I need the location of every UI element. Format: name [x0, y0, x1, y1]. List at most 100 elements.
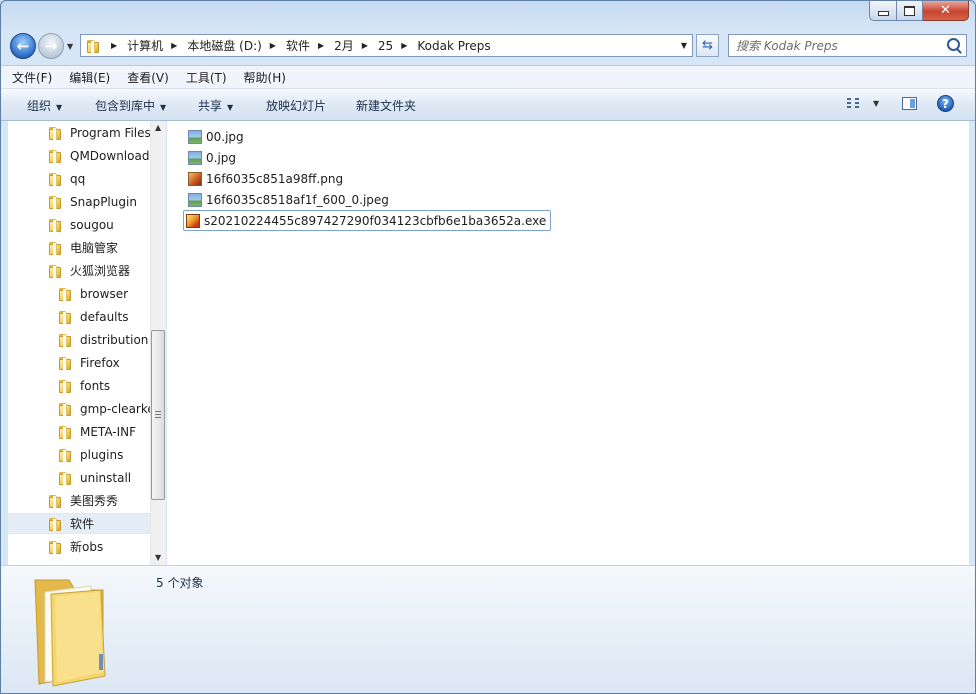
refresh-button[interactable]: ⇆: [696, 34, 719, 57]
exe-app-icon: [186, 213, 200, 228]
help-icon[interactable]: ?: [937, 95, 954, 112]
nav-tree-label: SnapPlugin: [70, 194, 137, 209]
new-folder-button[interactable]: 新建文件夹: [356, 97, 416, 114]
nav-tree-item[interactable]: qq: [8, 168, 150, 189]
forward-button[interactable]: →: [38, 33, 64, 59]
caption-buttons: ✕: [869, 1, 969, 21]
organize-button[interactable]: 组织 ▼: [27, 97, 62, 114]
include-library-button[interactable]: 包含到库中 ▼: [95, 97, 166, 114]
share-button[interactable]: 共享 ▼: [198, 97, 233, 114]
folder-icon: [49, 517, 65, 531]
breadcrumb-item[interactable]: 计算机: [127, 37, 163, 54]
nav-tree-item[interactable]: 新obs: [8, 536, 150, 557]
nav-tree-label: Firefox: [80, 355, 120, 370]
breadcrumb-item[interactable]: Kodak Preps: [417, 39, 490, 53]
explorer-window: ✕ ← → ▼ ▶ 计算机 ▶ 本地磁盘 (D:) ▶ 软件 ▶ 2月 ▶ 25…: [0, 0, 976, 694]
nav-tree-item[interactable]: fonts: [8, 375, 150, 396]
nav-tree-item[interactable]: distribution: [8, 329, 150, 350]
nav-tree-item[interactable]: Firefox: [8, 352, 150, 373]
file-item[interactable]: 0.jpg: [186, 147, 236, 168]
address-dropdown[interactable]: ▼: [681, 41, 687, 50]
folder-icon: [59, 310, 75, 324]
file-list: 00.jpg 0.jpg 16f6035c851a98ff.png 16f6035c8…: [167, 121, 969, 565]
nav-tree-item[interactable]: uninstall: [8, 467, 150, 488]
menu-tools[interactable]: 工具(T): [175, 69, 233, 86]
nav-tree-item[interactable]: QMDownload: [8, 145, 150, 166]
nav-tree-item[interactable]: META-INF: [8, 421, 150, 442]
minimize-button[interactable]: [869, 1, 897, 21]
nav-tree-item[interactable]: 软件: [8, 513, 150, 534]
file-name: 16f6035c8518af1f_600_0.jpeg: [206, 192, 389, 207]
search-input[interactable]: [736, 37, 941, 54]
scroll-down-icon[interactable]: ▼: [155, 553, 161, 562]
chevron-down-icon: ▼: [160, 103, 167, 112]
nav-tree-label: distribution: [80, 332, 149, 347]
nav-tree-label: sougou: [70, 217, 114, 232]
maximize-button[interactable]: [897, 1, 923, 21]
maximize-icon: [904, 5, 915, 16]
search-icon[interactable]: [947, 38, 960, 51]
menu-help[interactable]: 帮助(H): [233, 69, 292, 86]
share-label: 共享: [198, 99, 223, 113]
file-item[interactable]: 00.jpg: [186, 126, 244, 147]
jpg-image-icon: [188, 192, 202, 207]
nav-tree-item[interactable]: browser: [8, 283, 150, 304]
file-item[interactable]: 16f6035c851a98ff.png: [186, 168, 343, 189]
chevron-right-icon[interactable]: ▶: [171, 41, 177, 50]
nav-tree-item[interactable]: defaults: [8, 306, 150, 327]
jpg-image-icon: [188, 129, 202, 144]
navigation-scrollbar[interactable]: ▲ ▼: [150, 121, 166, 565]
nav-tree-label: defaults: [80, 309, 129, 324]
chevron-right-icon[interactable]: ▶: [270, 41, 276, 50]
chevron-right-icon[interactable]: ▶: [318, 41, 324, 50]
nav-tree-item[interactable]: Program Files: [8, 122, 150, 143]
nav-tree-item[interactable]: SnapPlugin: [8, 191, 150, 212]
menu-file[interactable]: 文件(F): [1, 69, 58, 86]
nav-tree-item[interactable]: 电脑管家: [8, 237, 150, 258]
folder-icon: [59, 356, 75, 370]
menu-edit[interactable]: 编辑(E): [58, 69, 116, 86]
folder-icon: [49, 218, 65, 232]
nav-tree-label: 火狐浏览器: [70, 264, 131, 278]
nav-tree-label: browser: [80, 286, 129, 301]
minimize-icon: [877, 11, 889, 16]
breadcrumb-item[interactable]: 软件: [286, 37, 310, 54]
nav-tree-item[interactable]: plugins: [8, 444, 150, 465]
scroll-up-icon[interactable]: ▲: [155, 123, 161, 132]
breadcrumb-item[interactable]: 2月: [334, 37, 354, 54]
chevron-right-icon[interactable]: ▶: [362, 41, 368, 50]
back-button[interactable]: ←: [10, 33, 36, 59]
folder-icon: [87, 39, 103, 53]
recent-pages-dropdown[interactable]: ▼: [67, 42, 73, 51]
breadcrumb: ▶ 计算机 ▶ 本地磁盘 (D:) ▶ 软件 ▶ 2月 ▶ 25 ▶ Kodak…: [103, 35, 491, 56]
menu-view[interactable]: 查看(V): [116, 69, 175, 86]
jpg-image-icon: [188, 150, 202, 165]
details-pane: 5 个对象: [1, 565, 975, 693]
scrollbar-grip: [155, 411, 161, 418]
address-bar[interactable]: ▶ 计算机 ▶ 本地磁盘 (D:) ▶ 软件 ▶ 2月 ▶ 25 ▶ Kodak…: [80, 34, 693, 57]
close-button[interactable]: ✕: [923, 1, 969, 21]
chevron-right-icon[interactable]: ▶: [111, 41, 117, 50]
png-image-icon: [188, 171, 202, 186]
file-item[interactable]: 16f6035c8518af1f_600_0.jpeg: [186, 189, 389, 210]
refresh-icon: ⇆: [702, 38, 713, 53]
file-name: 00.jpg: [206, 129, 244, 144]
chevron-right-icon[interactable]: ▶: [401, 41, 407, 50]
nav-tree-item[interactable]: gmp-clearke: [8, 398, 150, 419]
organize-label: 组织: [27, 99, 52, 113]
view-dropdown[interactable]: ▼: [873, 99, 879, 108]
preview-pane-icon[interactable]: [902, 97, 917, 110]
view-options-icon[interactable]: [847, 98, 861, 110]
nav-tree-item[interactable]: 火狐浏览器: [8, 260, 150, 281]
nav-tree-label: QMDownload: [70, 148, 150, 163]
folder-icon: [49, 149, 65, 163]
chevron-down-icon: ▼: [56, 103, 63, 112]
nav-tree-item[interactable]: 美图秀秀: [8, 490, 150, 511]
folder-icon: [49, 241, 65, 255]
breadcrumb-item[interactable]: 25: [378, 39, 393, 53]
file-item[interactable]: s20210224455c897427290f034123cbfb6e1ba36…: [183, 210, 552, 231]
nav-tree-item[interactable]: sougou: [8, 214, 150, 235]
slideshow-button[interactable]: 放映幻灯片: [266, 97, 326, 114]
folder-icon: [49, 172, 65, 186]
breadcrumb-item[interactable]: 本地磁盘 (D:): [187, 37, 261, 54]
